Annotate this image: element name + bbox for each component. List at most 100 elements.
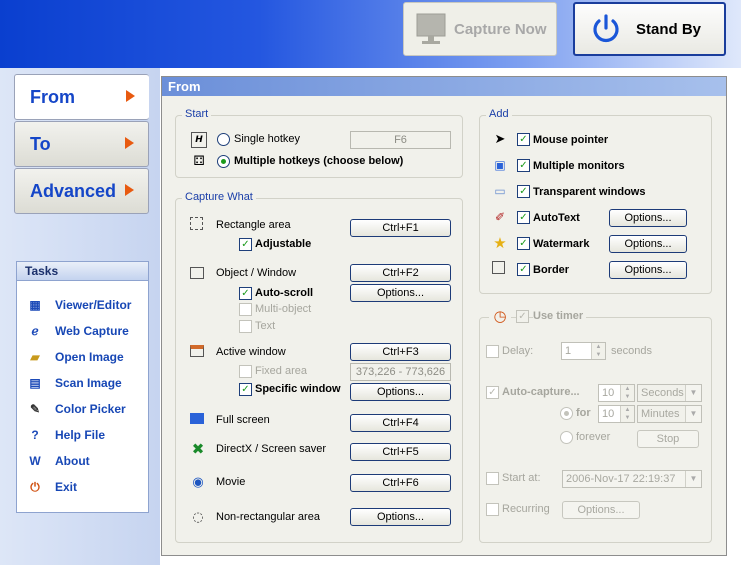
rectangle-area-icon	[190, 217, 203, 230]
auto-capture-value: 10	[602, 387, 615, 399]
chevron-down-icon: ▼	[685, 385, 701, 401]
tasks-panel: Tasks ▦ Viewer/Editor ℯ Web Capture ▰ Open …	[16, 261, 149, 513]
forever-radio[interactable]	[560, 431, 573, 444]
for-radio[interactable]	[560, 407, 573, 420]
task-about[interactable]: W About	[27, 452, 90, 470]
use-timer-checkbox[interactable]: ✓	[516, 310, 529, 323]
task-label: About	[55, 454, 90, 468]
from-panel: From Start H Single hotkey F6 ⚃ Multiple…	[161, 76, 727, 556]
monitor-icon	[416, 13, 446, 44]
nav-tab-from[interactable]: From	[14, 74, 149, 120]
object-window-icon	[190, 267, 204, 279]
object-options-button[interactable]: Options...	[350, 284, 451, 302]
stand-by-button[interactable]: Stand By	[573, 2, 726, 56]
auto-capture-unit-select[interactable]: Seconds ▼	[637, 384, 702, 402]
transparent-windows-label: Transparent windows	[533, 186, 646, 198]
autotext-label: AutoText	[533, 212, 580, 224]
for-unit-select[interactable]: Minutes ▼	[637, 405, 702, 423]
directx-icon: ✖	[191, 440, 205, 458]
multiple-monitors-label: Multiple monitors	[533, 160, 625, 172]
task-open-image[interactable]: ▰ Open Image	[27, 348, 123, 366]
single-hotkey-field[interactable]: F6	[350, 131, 451, 149]
multiple-hotkeys-radio[interactable]	[217, 155, 230, 168]
stop-button[interactable]: Stop	[637, 430, 699, 448]
mouse-pointer-checkbox[interactable]: ✓	[517, 133, 530, 146]
lasso-icon: ◌	[192, 509, 204, 525]
active-options-button[interactable]: Options...	[350, 383, 451, 401]
nav-tab-to[interactable]: To	[14, 121, 149, 167]
watermark-options-button[interactable]: Options...	[609, 235, 687, 253]
multi-object-checkbox[interactable]	[239, 303, 252, 316]
autotext-checkbox[interactable]: ✓	[517, 211, 530, 224]
task-label: Scan Image	[55, 376, 122, 390]
text-checkbox[interactable]	[239, 320, 252, 333]
auto-scroll-checkbox[interactable]: ✓	[239, 287, 252, 300]
fixed-area-checkbox[interactable]	[239, 365, 252, 378]
auto-capture-spinner[interactable]: 10 ▲ ▼	[598, 384, 635, 402]
spinner-arrows-icon[interactable]: ▲ ▼	[591, 343, 605, 359]
task-color-picker[interactable]: ✎ Color Picker	[27, 400, 126, 418]
autotext-options-button[interactable]: Options...	[609, 209, 687, 227]
scanner-icon: ▤	[29, 376, 41, 390]
recurring-options-button[interactable]: Options...	[562, 501, 640, 519]
start-at-checkbox[interactable]	[486, 472, 499, 485]
border-options-button[interactable]: Options...	[609, 261, 687, 279]
spinner-arrows-icon[interactable]: ▲ ▼	[620, 385, 634, 401]
specific-window-label: Specific window	[255, 383, 341, 395]
task-label: Web Capture	[55, 324, 129, 338]
mouse-pointer-icon: ➤	[494, 131, 506, 147]
auto-capture-unit-value: Seconds	[641, 387, 684, 399]
text-label: Text	[255, 320, 276, 332]
task-web-capture[interactable]: ℯ Web Capture	[27, 322, 129, 340]
transparent-windows-checkbox[interactable]: ✓	[517, 185, 530, 198]
autotext-icon: ✐	[494, 210, 506, 224]
nav-tab-to-label: To	[30, 133, 51, 154]
task-scan-image[interactable]: ▤ Scan Image	[27, 374, 122, 392]
tasks-title: Tasks	[17, 262, 148, 281]
watermark-icon: ★	[493, 234, 507, 252]
for-spinner[interactable]: 10 ▲ ▼	[598, 405, 635, 423]
nav-tab-advanced[interactable]: Advanced	[14, 168, 149, 214]
multi-object-label: Multi-object	[255, 303, 312, 315]
active-window-icon	[190, 345, 204, 357]
non-rectangular-label: Non-rectangular area	[216, 511, 320, 523]
spinner-arrows-icon[interactable]: ▲ ▼	[620, 406, 634, 422]
fixed-area-field[interactable]: 373,226 - 773,626	[350, 363, 451, 381]
start-group-title: Start	[182, 108, 212, 120]
hotkey-icon: H	[191, 132, 207, 148]
delay-checkbox[interactable]	[486, 345, 499, 358]
task-help-file[interactable]: ? Help File	[27, 426, 105, 444]
task-label: Help File	[55, 428, 106, 442]
object-hotkey-button[interactable]: Ctrl+F2	[350, 264, 451, 282]
watermark-checkbox[interactable]: ✓	[517, 237, 530, 250]
auto-capture-checkbox[interactable]: ✓	[486, 386, 499, 399]
adjustable-checkbox[interactable]: ✓	[239, 238, 252, 251]
viewer-icon: ▦	[29, 298, 41, 312]
specific-window-checkbox[interactable]: ✓	[239, 383, 252, 396]
movie-icon: ◉	[192, 474, 204, 490]
stand-by-label: Stand By	[636, 20, 702, 38]
active-hotkey-button[interactable]: Ctrl+F3	[350, 343, 451, 361]
border-checkbox[interactable]: ✓	[517, 263, 530, 276]
task-exit[interactable]: ⏻ Exit	[27, 478, 77, 496]
for-label: for	[576, 407, 591, 419]
rectangle-hotkey-button[interactable]: Ctrl+F1	[350, 219, 451, 237]
full-screen-hotkey-button[interactable]: Ctrl+F4	[350, 414, 451, 432]
task-viewer-editor[interactable]: ▦ Viewer/Editor	[27, 296, 131, 314]
capture-now-button[interactable]: Capture Now	[403, 2, 557, 56]
dropper-icon: ✎	[29, 402, 41, 416]
multiple-monitors-checkbox[interactable]: ✓	[517, 159, 530, 172]
capture-now-label: Capture Now	[454, 20, 547, 38]
start-at-field[interactable]: 2006-Nov-17 22:19:37 ▼	[562, 470, 702, 488]
non-rectangular-options-button[interactable]: Options...	[350, 508, 451, 526]
movie-hotkey-button[interactable]: Ctrl+F6	[350, 474, 451, 492]
rectangle-area-label: Rectangle area	[216, 219, 291, 231]
active-window-label: Active window	[216, 346, 286, 358]
delay-spinner[interactable]: 1 ▲ ▼	[561, 342, 606, 360]
full-screen-label: Full screen	[216, 414, 270, 426]
directx-hotkey-button[interactable]: Ctrl+F5	[350, 443, 451, 461]
recurring-checkbox[interactable]	[486, 503, 499, 516]
movie-label: Movie	[216, 476, 246, 488]
single-hotkey-radio[interactable]	[217, 133, 230, 146]
arrow-right-icon	[125, 184, 134, 196]
